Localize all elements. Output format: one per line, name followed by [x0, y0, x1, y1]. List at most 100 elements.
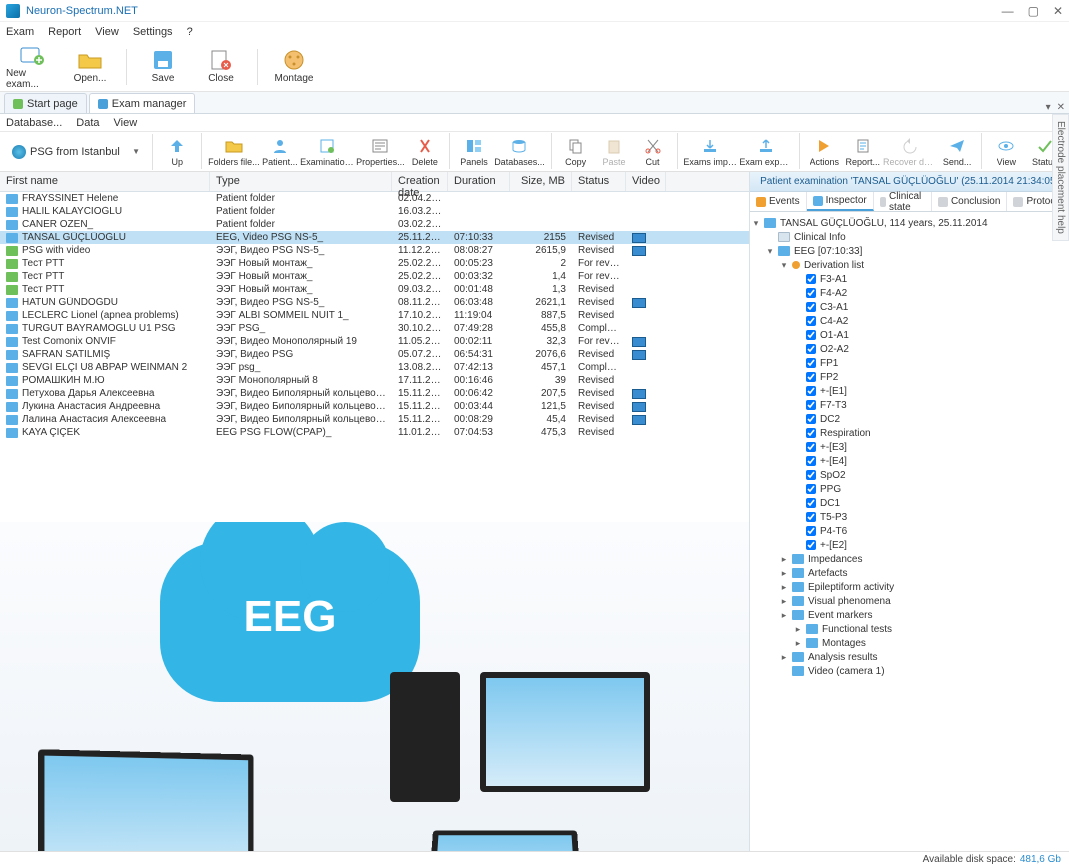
tab-close-icon[interactable]: ✕ [1057, 102, 1065, 113]
table-row[interactable]: РОМАШКИН М.ЮЭЭГ Монополярный 817.11.2017… [0, 374, 749, 387]
rtab-events[interactable]: Events [750, 192, 807, 211]
tab-start-page[interactable]: Start page [4, 93, 87, 113]
table-row[interactable]: Test Comonix ONVIFЭЭГ, Видео Монополярны… [0, 335, 749, 348]
sub-database[interactable]: Database... [6, 117, 62, 129]
tb2-databases-button[interactable]: Databases... [494, 133, 545, 171]
tree-channel[interactable]: PPG [752, 482, 1067, 496]
tb2-import-button[interactable]: Exams impo... [683, 133, 737, 171]
col-status[interactable]: Status [572, 172, 626, 191]
menu-settings[interactable]: Settings [133, 26, 173, 38]
table-row[interactable]: SAFRAN SATILMIŞЭЭГ, Видео PSG05.07.20170… [0, 348, 749, 361]
channel-checkbox[interactable] [806, 274, 816, 284]
table-row[interactable]: Лукина Анастасия АндреевнаЭЭГ, Видео Бип… [0, 400, 749, 413]
table-row[interactable]: Петухова Дарья АлексеевнаЭЭГ, Видео Бипо… [0, 387, 749, 400]
table-row[interactable]: LECLERC Lionel (apnea problems)ЭЭГ ALBI … [0, 309, 749, 322]
tb2-exam-button[interactable]: Examination... [300, 133, 354, 171]
tree-channel[interactable]: DC2 [752, 412, 1067, 426]
menu-report[interactable]: Report [48, 26, 81, 38]
minimize-button[interactable]: — [1002, 4, 1014, 18]
tree-channel[interactable]: FP2 [752, 370, 1067, 384]
save-button[interactable]: Save [137, 43, 189, 91]
tb2-up-button[interactable]: Up [159, 133, 195, 171]
tree-channel[interactable]: F4-A2 [752, 286, 1067, 300]
channel-checkbox[interactable] [806, 358, 816, 368]
sub-data[interactable]: Data [76, 117, 99, 129]
tb2-send-button[interactable]: Send... [939, 133, 975, 171]
tree-folder-analysis-results[interactable]: ▸Analysis results [752, 650, 1067, 664]
table-row[interactable]: TANSAL GÜÇLÜOĞLUEEG, Video PSG NS-5_25.1… [0, 231, 749, 244]
tb2-cut-button[interactable]: Cut [634, 133, 670, 171]
table-row[interactable]: FRAYSSINET HelenePatient folder02.04.201… [0, 192, 749, 205]
tree-folder-functional-tests[interactable]: ▸Functional tests [752, 622, 1067, 636]
tree-channel[interactable]: P4-T6 [752, 524, 1067, 538]
table-row[interactable]: HALIL KALAYCIOĞLUPatient folder16.03.201… [0, 205, 749, 218]
channel-checkbox[interactable] [806, 344, 816, 354]
menu-exam[interactable]: Exam [6, 26, 34, 38]
table-row[interactable]: CANER OZEN_Patient folder03.02.2015 [0, 218, 749, 231]
channel-checkbox[interactable] [806, 484, 816, 494]
channel-checkbox[interactable] [806, 400, 816, 410]
tree-channel[interactable]: O1-A1 [752, 328, 1067, 342]
table-row[interactable]: KAYA ÇIÇEKEEG PSG FLOW(CPAP)_11.01.20180… [0, 426, 749, 439]
table-row[interactable]: Тест PTTЭЭГ Новый монтаж_09.03.201600:01… [0, 283, 749, 296]
channel-checkbox[interactable] [806, 372, 816, 382]
tree-folder-impedances[interactable]: ▸Impedances [752, 552, 1067, 566]
channel-checkbox[interactable] [806, 316, 816, 326]
channel-checkbox[interactable] [806, 498, 816, 508]
table-row[interactable]: TURGUT BAYRAMOGLU U1 PSGЭЭГ PSG_30.10.20… [0, 322, 749, 335]
tree-folder-video-camera-1-[interactable]: Video (camera 1) [752, 664, 1067, 678]
tree-channel[interactable]: +-[E4] [752, 454, 1067, 468]
tb2-export-button[interactable]: Exam export... [739, 133, 793, 171]
tree-folder-montages[interactable]: ▸Montages [752, 636, 1067, 650]
table-row[interactable]: PSG with videoЭЭГ, Видео PSG NS-5_11.12.… [0, 244, 749, 257]
montage-button[interactable]: Montage [268, 43, 320, 91]
table-row[interactable]: Тест PTTЭЭГ Новый монтаж_25.02.201600:05… [0, 257, 749, 270]
tree-channel[interactable]: FP1 [752, 356, 1067, 370]
table-row[interactable]: Тест PTTЭЭГ Новый монтаж_25.02.201600:03… [0, 270, 749, 283]
rtab-inspector[interactable]: Inspector [807, 192, 874, 211]
tb2-panels-button[interactable]: Panels [456, 133, 492, 171]
channel-checkbox[interactable] [806, 288, 816, 298]
table-row[interactable]: Лалина Анастасия АлексеевнаЭЭГ, Видео Би… [0, 413, 749, 426]
channel-checkbox[interactable] [806, 526, 816, 536]
tree-channel[interactable]: F3-A1 [752, 272, 1067, 286]
col-duration[interactable]: Duration [448, 172, 510, 191]
tb2-folders-button[interactable]: Folders file... [208, 133, 260, 171]
electrode-help-tab[interactable]: Electrode placement help [1052, 114, 1069, 241]
tree-folder-artefacts[interactable]: ▸Artefacts [752, 566, 1067, 580]
menu-view[interactable]: View [95, 26, 119, 38]
tb2-view-button[interactable]: View [988, 133, 1024, 171]
tree-folder-visual-phenomena[interactable]: ▸Visual phenomena [752, 594, 1067, 608]
col-first-name[interactable]: First name [0, 172, 210, 191]
channel-checkbox[interactable] [806, 414, 816, 424]
tree-clinical-info[interactable]: Clinical Info [752, 230, 1067, 244]
col-size[interactable]: Size, MB [510, 172, 572, 191]
tree-channel[interactable]: C4-A2 [752, 314, 1067, 328]
rtab-conclusion[interactable]: Conclusion [932, 192, 1007, 211]
database-dropdown[interactable]: PSG from Istanbul ▼ [6, 143, 146, 161]
tree-channel[interactable]: DC1 [752, 496, 1067, 510]
tb2-copy-button[interactable]: Copy [557, 133, 593, 171]
channel-checkbox[interactable] [806, 512, 816, 522]
sub-view[interactable]: View [114, 117, 138, 129]
tree-derivation[interactable]: ▾Derivation list [752, 258, 1067, 272]
tb2-actions-button[interactable]: Actions [806, 133, 842, 171]
col-type[interactable]: Type [210, 172, 392, 191]
col-creation-date[interactable]: Creation date [392, 172, 448, 191]
tb2-patient-button[interactable]: Patient... [262, 133, 298, 171]
tree-channel[interactable]: Respiration [752, 426, 1067, 440]
channel-checkbox[interactable] [806, 456, 816, 466]
channel-checkbox[interactable] [806, 386, 816, 396]
tree-channel[interactable]: T5-P3 [752, 510, 1067, 524]
open-button[interactable]: Open... [64, 43, 116, 91]
tb2-report-button[interactable]: Report... [845, 133, 881, 171]
channel-checkbox[interactable] [806, 330, 816, 340]
channel-checkbox[interactable] [806, 470, 816, 480]
tree-channel[interactable]: +-[E2] [752, 538, 1067, 552]
table-row[interactable]: SEVGİ ELÇİ U8 ABPAP WEINMAN 2ЭЭГ psg_13.… [0, 361, 749, 374]
tb2-properties-button[interactable]: Properties... [356, 133, 405, 171]
channel-checkbox[interactable] [806, 428, 816, 438]
tree-folder-event-markers[interactable]: ▸Event markers [752, 608, 1067, 622]
tree-channel[interactable]: F7-T3 [752, 398, 1067, 412]
channel-checkbox[interactable] [806, 540, 816, 550]
